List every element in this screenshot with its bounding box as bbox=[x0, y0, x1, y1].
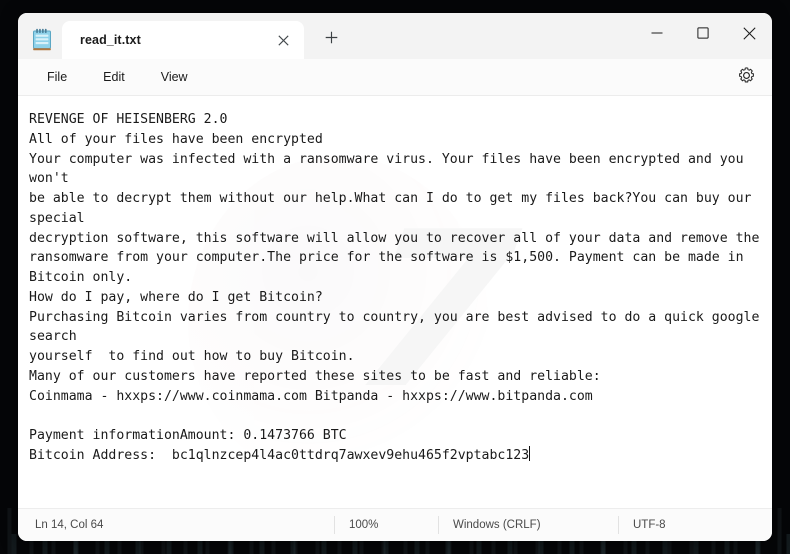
text-caret bbox=[529, 445, 531, 461]
status-zoom-level[interactable]: 100% bbox=[334, 516, 438, 534]
close-button[interactable] bbox=[726, 13, 772, 53]
gear-icon bbox=[738, 67, 755, 89]
maximize-button[interactable] bbox=[680, 13, 726, 53]
notepad-icon bbox=[26, 25, 58, 55]
editor-content[interactable]: REVENGE OF HEISENBERG 2.0 All of your fi… bbox=[18, 96, 772, 508]
text-editor[interactable]: 7 REVENGE OF HEISENBERG 2.0 All of your … bbox=[18, 96, 772, 508]
maximize-icon bbox=[697, 27, 709, 39]
settings-button[interactable] bbox=[734, 66, 758, 90]
tab-strip: read_it.txt bbox=[62, 21, 348, 59]
status-cursor-position[interactable]: Ln 14, Col 64 bbox=[18, 516, 334, 534]
menu-bar: File Edit View bbox=[18, 59, 772, 96]
status-bar: Ln 14, Col 64 100% Windows (CRLF) UTF-8 bbox=[18, 508, 772, 541]
minimize-button[interactable] bbox=[634, 13, 680, 53]
menu-item-edit[interactable]: Edit bbox=[92, 66, 136, 88]
plus-icon bbox=[325, 31, 338, 49]
new-tab-button[interactable] bbox=[314, 23, 348, 57]
notepad-window: read_it.txt File Edit View 7 REVENGE OF … bbox=[18, 13, 772, 541]
close-icon bbox=[742, 26, 756, 40]
window-controls bbox=[634, 13, 772, 53]
tab-label: read_it.txt bbox=[80, 33, 141, 47]
desktop-background: read_it.txt File Edit View 7 REVENGE OF … bbox=[0, 0, 790, 554]
status-encoding[interactable]: UTF-8 bbox=[618, 516, 680, 534]
title-bar: read_it.txt bbox=[18, 13, 772, 59]
menu-item-view[interactable]: View bbox=[150, 66, 199, 88]
status-line-ending[interactable]: Windows (CRLF) bbox=[438, 516, 618, 534]
close-icon[interactable] bbox=[270, 27, 296, 53]
minimize-icon bbox=[651, 27, 663, 39]
menu-item-file[interactable]: File bbox=[36, 66, 78, 88]
note-text: REVENGE OF HEISENBERG 2.0 All of your fi… bbox=[29, 112, 760, 463]
tab-read-it-txt[interactable]: read_it.txt bbox=[62, 21, 304, 59]
